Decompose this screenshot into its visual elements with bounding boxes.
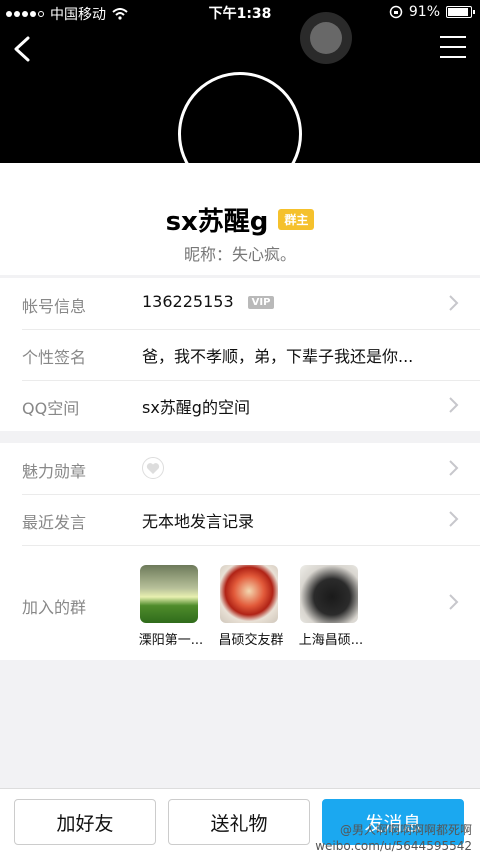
group-name: 溧阳第一... [138, 633, 204, 648]
group-thumbnail [300, 565, 358, 623]
medal-row[interactable]: 魅力勋章 [0, 443, 480, 494]
profile-section: sx苏醒g 群主 昵称：失心疯。 [0, 163, 480, 275]
recent-posts-row[interactable]: 最近发言 无本地发言记录 [0, 494, 480, 545]
qzone-label: QQ空间 [22, 399, 80, 418]
group-name: 昌硕交友群 [218, 633, 284, 648]
nickname: 昵称：失心疯。 [183, 245, 296, 264]
recent-value: 无本地发言记录 [142, 512, 255, 531]
account-info-row[interactable]: 帐号信息 136225153 VIP [0, 278, 480, 329]
recent-label: 最近发言 [22, 513, 87, 532]
profile-name: sx苏醒g [165, 207, 269, 237]
menu-button[interactable] [440, 36, 466, 60]
qzone-value: sx苏醒g的空间 [142, 398, 250, 417]
heart-medal-icon [142, 457, 164, 479]
info-card: 帐号信息 136225153 VIP 个性签名 爸，我不孝顺，弟，下辈子我还是你.… [0, 278, 480, 431]
battery-icon [446, 6, 475, 18]
assistive-touch-button[interactable] [300, 12, 352, 64]
joined-groups-row[interactable]: 加入的群 溧阳第一... 昌硕交友群 上海昌硕... [0, 547, 480, 660]
rotation-lock-icon [389, 5, 403, 19]
status-bar: 中国移动 下午1:38 91% [0, 0, 480, 24]
vip-badge: VIP [247, 296, 275, 309]
group-thumbnail [140, 565, 198, 623]
send-gift-button[interactable]: 送礼物 [168, 799, 310, 845]
group-item[interactable]: 溧阳第一... [136, 565, 203, 648]
group-item[interactable]: 上海昌硕... [296, 565, 363, 648]
add-friend-button[interactable]: 加好友 [14, 799, 156, 845]
group-item[interactable]: 昌硕交友群 [216, 565, 284, 648]
signature-label: 个性签名 [22, 348, 87, 367]
groups-label: 加入的群 [22, 598, 87, 617]
group-thumbnail [220, 565, 278, 623]
signature-row[interactable]: 个性签名 爸，我不孝顺，弟，下辈子我还是你... [0, 329, 480, 380]
more-card: 魅力勋章 最近发言 无本地发言记录 加入的群 溧阳第一... 昌硕交友群 上海昌… [0, 443, 480, 660]
weibo-watermark: @男人啊啊啊啊啊都死啊 weibo.com/u/5644595542 [315, 822, 472, 854]
watermark-line1: @男人啊啊啊啊啊都死啊 [339, 823, 472, 837]
signature-text: 爸，我不孝顺，弟，下辈子我还是你... [142, 347, 414, 366]
battery-percent: 91% [408, 4, 440, 20]
account-number: 136225153 [142, 292, 234, 311]
account-label: 帐号信息 [22, 297, 87, 316]
chevron-right-icon [449, 397, 459, 413]
chevron-right-icon [449, 295, 459, 311]
group-name: 上海昌硕... [298, 633, 364, 648]
chevron-right-icon [449, 594, 459, 610]
role-badge: 群主 [278, 209, 315, 230]
qzone-row[interactable]: QQ空间 sx苏醒g的空间 [0, 380, 480, 431]
medal-label: 魅力勋章 [22, 462, 87, 481]
back-button[interactable] [8, 32, 38, 66]
chevron-right-icon [449, 511, 459, 527]
chevron-right-icon [449, 460, 459, 476]
watermark-line2: weibo.com/u/5644595542 [315, 839, 472, 853]
